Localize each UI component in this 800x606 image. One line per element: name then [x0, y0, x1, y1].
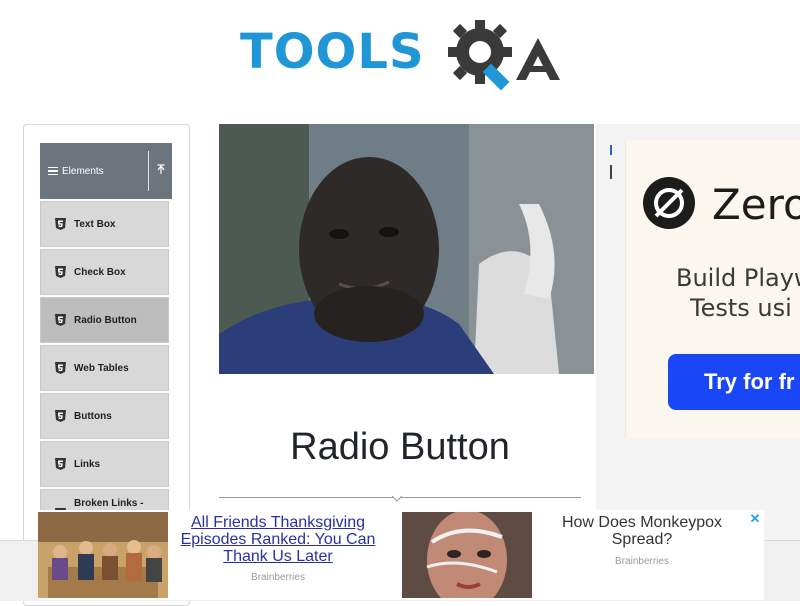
sidebar-item-web-tables[interactable]: Web Tables [40, 345, 169, 391]
ad-thumbnail-face[interactable] [402, 512, 532, 598]
ad-photo[interactable] [219, 124, 594, 374]
ad-headline-link[interactable]: All Friends Thanksgiving Episodes Ranked… [174, 514, 382, 565]
sidebar-item-label: Links [74, 458, 101, 470]
ad-source: Brainberries [615, 556, 669, 567]
menu-icon [48, 166, 58, 176]
page-title: Radio Button [290, 426, 510, 468]
ad-thumbnail-friends[interactable] [38, 512, 168, 598]
elements-menu: Text Box Check Box Radio Button Web Tabl… [40, 201, 169, 537]
sidebar-item-radio-button[interactable]: Radio Button [40, 297, 169, 343]
toolsqa-logo[interactable]: TOOLS QA [240, 14, 570, 94]
html5-icon [55, 458, 66, 470]
ad-cta-button[interactable]: Try for fr [668, 354, 800, 410]
divider-notch-icon [392, 496, 402, 502]
html5-icon [55, 314, 66, 326]
group-header-label: Elements [62, 165, 104, 177]
sidebar-item-label: Text Box [74, 218, 116, 230]
ad-brand-name: Zero [712, 180, 800, 229]
collapse-arrow-icon[interactable] [154, 163, 168, 177]
face-photo [402, 512, 532, 598]
ad-headline-line1: Build Playw [676, 264, 800, 292]
zerostep-ad[interactable]: Zero Build Playw Tests usi Try for fr [625, 140, 800, 438]
ad-headline-link[interactable]: How Does Monkeypox Spread? [538, 514, 746, 548]
ad-marker-icon [610, 145, 612, 179]
portrait-image [219, 124, 594, 374]
bottom-ad: All Friends Thanksgiving Episodes Ranked… [38, 510, 764, 600]
friends-photo [38, 512, 168, 598]
logo-wordmark: TOOLS [240, 24, 425, 80]
html5-icon [55, 362, 66, 374]
html5-icon [55, 410, 66, 422]
html5-icon [55, 218, 66, 230]
sidebar-item-buttons[interactable]: Buttons [40, 393, 169, 439]
ad-headline-line2: Tests usi [690, 294, 792, 322]
sidebar-item-text-box[interactable]: Text Box [40, 201, 169, 247]
elements-group-header[interactable]: Elements [40, 143, 172, 199]
close-icon[interactable]: ✕ [748, 512, 762, 526]
zerostep-logo-icon [643, 177, 695, 229]
sidebar-item-links[interactable]: Links [40, 441, 169, 487]
ad-source: Brainberries [251, 572, 305, 583]
sidebar-item-check-box[interactable]: Check Box [40, 249, 169, 295]
group-header-divider [148, 151, 149, 191]
sidebar-item-label: Buttons [74, 410, 112, 422]
sidebar-item-label: Check Box [74, 266, 126, 278]
logo-a-icon [516, 38, 560, 80]
sidebar-item-label: Radio Button [74, 314, 137, 326]
html5-icon [55, 266, 66, 278]
sidebar-item-label: Broken Links - [74, 498, 144, 509]
sidebar-item-label: Web Tables [74, 362, 129, 374]
